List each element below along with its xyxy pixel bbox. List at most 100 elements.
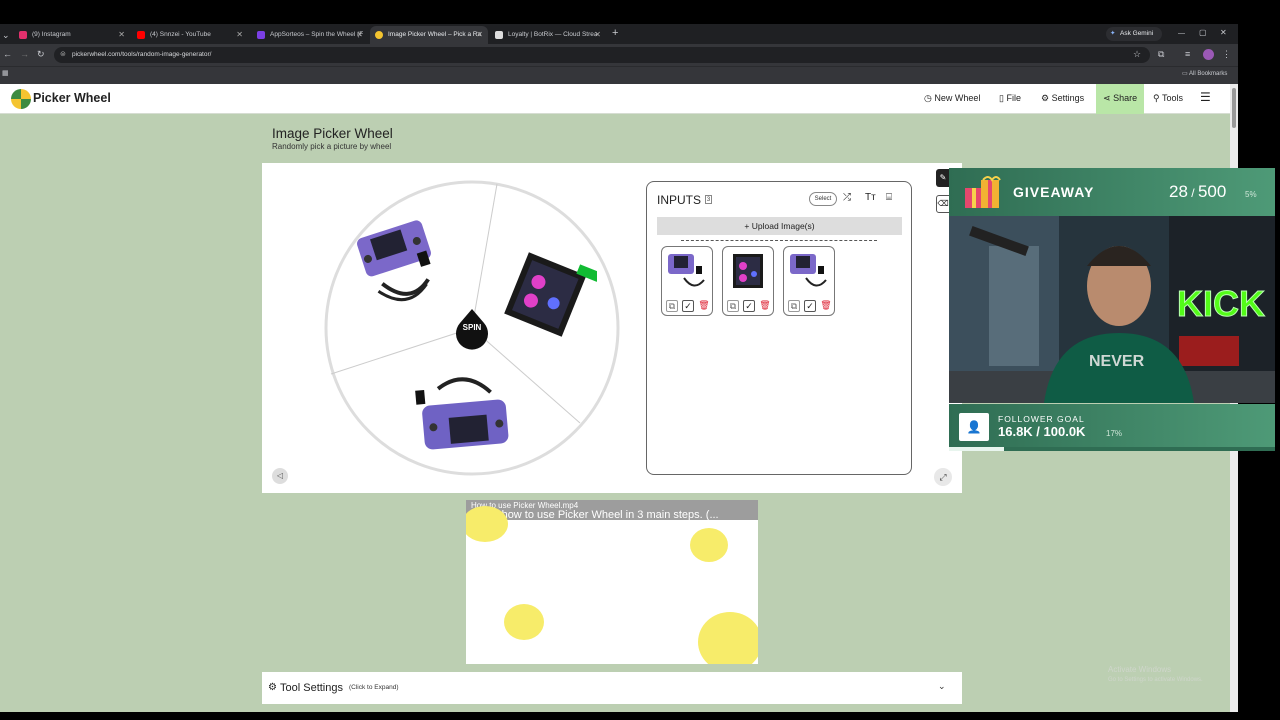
tab-search-icon[interactable]: ⌄ xyxy=(2,30,10,40)
checkbox-checked-icon[interactable]: ✓ xyxy=(682,300,694,312)
bookmark-star-icon[interactable]: ☆ xyxy=(1133,49,1141,59)
follower-progress-track xyxy=(949,447,1275,451)
close-icon[interactable]: ✕ xyxy=(356,26,363,44)
yellow-blob xyxy=(690,528,728,562)
upload-label: Upload Image(s) xyxy=(751,221,815,231)
extensions-icon[interactable]: ⧉ xyxy=(1158,49,1164,59)
checkbox-checked-icon[interactable]: ✓ xyxy=(804,300,816,312)
input-image-item[interactable]: ⧉ ✓ 🗑 xyxy=(661,246,713,316)
user-icon: 👤 xyxy=(959,413,989,441)
picker-wheel-logo-icon[interactable] xyxy=(11,89,31,109)
url-text: pickerwheel.com/tools/random-image-gener… xyxy=(72,51,212,58)
follower-goal-label: FOLLOWER GOAL xyxy=(998,414,1085,424)
divider xyxy=(681,240,877,241)
ask-gemini-button[interactable]: ✦ Ask Gemini xyxy=(1106,27,1162,41)
hamburger-menu-icon[interactable]: ☰ xyxy=(1200,90,1211,104)
file-label: File xyxy=(1006,93,1021,103)
close-icon[interactable]: ✕ xyxy=(594,26,601,44)
sound-icon[interactable]: ◁ xyxy=(272,468,288,484)
tools-button[interactable]: ⚲ Tools xyxy=(1153,93,1183,104)
chevron-down-icon[interactable]: ⌄ xyxy=(938,681,946,692)
svg-text:KICK: KICK xyxy=(1177,283,1265,324)
site-info-icon[interactable]: ⊜ xyxy=(60,47,66,63)
fullscreen-icon[interactable]: ⤢ xyxy=(934,468,952,486)
input-image-item[interactable]: ⧉ ✓ 🗑 xyxy=(783,246,835,316)
clean-icon[interactable]: ⌫ xyxy=(936,195,950,213)
apps-grid-icon[interactable]: ▦ xyxy=(2,69,9,79)
gift-icon[interactable]: ⌸ xyxy=(886,192,892,203)
clock-icon: ◷ xyxy=(924,93,932,103)
tool-settings-hint: (Click to Expand) xyxy=(349,684,399,691)
trash-icon[interactable]: 🗑 xyxy=(820,300,832,312)
window-close-icon[interactable]: ✕ xyxy=(1220,28,1227,38)
yellow-blob xyxy=(698,612,758,664)
duplicate-icon[interactable]: ⧉ xyxy=(727,300,739,312)
settings-button[interactable]: ⚙ Settings xyxy=(1041,93,1084,104)
url-bar[interactable]: ⊜ pickerwheel.com/tools/random-image-gen… xyxy=(54,47,1150,63)
video-title: Show how to use Picker Wheel in 3 main s… xyxy=(471,509,719,521)
tab-youtube[interactable]: (4) Snnzei - YouTube ✕ xyxy=(132,26,248,44)
text-size-icon[interactable]: Tт xyxy=(865,192,876,203)
yellow-blob xyxy=(466,506,508,542)
picker-wheel-icon xyxy=(375,31,383,39)
follower-goal-percent: 17% xyxy=(1106,429,1123,438)
input-image-item[interactable]: ⧉ ✓ 🗑 xyxy=(722,246,774,316)
activate-windows-title: Activate Windows xyxy=(1108,665,1172,674)
giveaway-percent: 5% xyxy=(1245,190,1257,199)
tutorial-video[interactable]: How to use Picker Wheel.mp4 Show how to … xyxy=(466,500,758,664)
tab-label: Loyalty | BotRix — Cloud Strea xyxy=(508,31,598,38)
tool-settings-bar[interactable]: ⚙ Tool Settings (Click to Expand) ⌄ xyxy=(262,672,962,704)
page-subtitle: Randomly pick a picture by wheel xyxy=(272,142,392,151)
tools-label: Tools xyxy=(1161,93,1183,103)
menu-dots-icon[interactable]: ⋮ xyxy=(1222,49,1231,59)
duplicate-icon[interactable]: ⧉ xyxy=(788,300,800,312)
upload-images-button[interactable]: + Upload Image(s) xyxy=(657,217,902,235)
trash-icon[interactable]: 🗑 xyxy=(698,300,710,312)
site-header: Picker Wheel ◷ New Wheel ▯ File ⚙ Settin… xyxy=(0,84,1230,114)
giveaway-count: 28 xyxy=(1169,182,1188,201)
edit-icon[interactable]: ✎ xyxy=(936,169,950,187)
profile-avatar[interactable] xyxy=(1203,49,1214,60)
new-wheel-label: New Wheel xyxy=(934,93,981,103)
svg-text:NEVER: NEVER xyxy=(1089,353,1145,370)
duplicate-icon[interactable]: ⧉ xyxy=(666,300,678,312)
close-icon[interactable]: ✕ xyxy=(236,26,243,44)
select-button[interactable]: Select xyxy=(809,192,837,206)
close-icon[interactable]: ✕ xyxy=(118,26,125,44)
maximize-icon[interactable]: ▢ xyxy=(1199,28,1207,38)
back-icon[interactable]: ← xyxy=(3,49,12,59)
all-bookmarks[interactable]: ▭ All Bookmarks xyxy=(1182,70,1227,77)
spin-button-label[interactable]: SPIN xyxy=(458,323,486,332)
new-wheel-button[interactable]: ◷ New Wheel xyxy=(924,93,980,104)
gear-icon: ⚙ xyxy=(1041,93,1050,103)
follower-goal-value: 16.8K / 100.0K xyxy=(998,424,1086,439)
media-icon[interactable]: ≡ xyxy=(1185,49,1190,59)
file-menu-button[interactable]: ▯ File xyxy=(999,93,1021,104)
youtube-icon xyxy=(137,31,145,39)
thumbnail-gaming-pc xyxy=(733,254,763,288)
tab-appsorteos[interactable]: AppSorteos – Spin the Wheel (F ✕ xyxy=(252,26,368,44)
wheel-image-handheld-2 xyxy=(415,377,509,450)
shuffle-icon[interactable]: ⤮ xyxy=(843,192,851,203)
trash-icon[interactable]: 🗑 xyxy=(759,300,771,312)
minimize-icon[interactable]: — xyxy=(1178,29,1185,39)
ask-gemini-label: Ask Gemini xyxy=(1120,30,1154,37)
scrollbar-thumb[interactable] xyxy=(1232,88,1236,128)
settings-label: Settings xyxy=(1051,93,1085,103)
bookmarks-bar xyxy=(0,66,1238,84)
giveaway-label: GIVEAWAY xyxy=(1013,184,1095,200)
tab-botrix[interactable]: Loyalty | BotRix — Cloud Strea ✕ xyxy=(490,26,606,44)
checkbox-checked-icon[interactable]: ✓ xyxy=(743,300,755,312)
activate-windows-subtitle: Go to Settings to activate Windows. xyxy=(1108,677,1203,683)
gift-box-icon xyxy=(965,176,1001,208)
tab-instagram[interactable]: (9) Instagram ✕ xyxy=(14,26,130,44)
reload-icon[interactable]: ↻ xyxy=(37,49,45,59)
plus-icon: + xyxy=(744,221,750,231)
tab-picker-wheel[interactable]: Image Picker Wheel – Pick a Ra ✕ xyxy=(370,26,488,44)
forward-icon[interactable]: → xyxy=(20,49,29,59)
close-icon[interactable]: ✕ xyxy=(476,26,483,44)
follower-progress-fill xyxy=(949,447,1005,451)
site-logo[interactable]: Picker Wheel xyxy=(33,91,111,105)
new-tab-icon[interactable]: + xyxy=(612,28,618,39)
tab-label: Image Picker Wheel – Pick a Ra xyxy=(388,31,482,38)
